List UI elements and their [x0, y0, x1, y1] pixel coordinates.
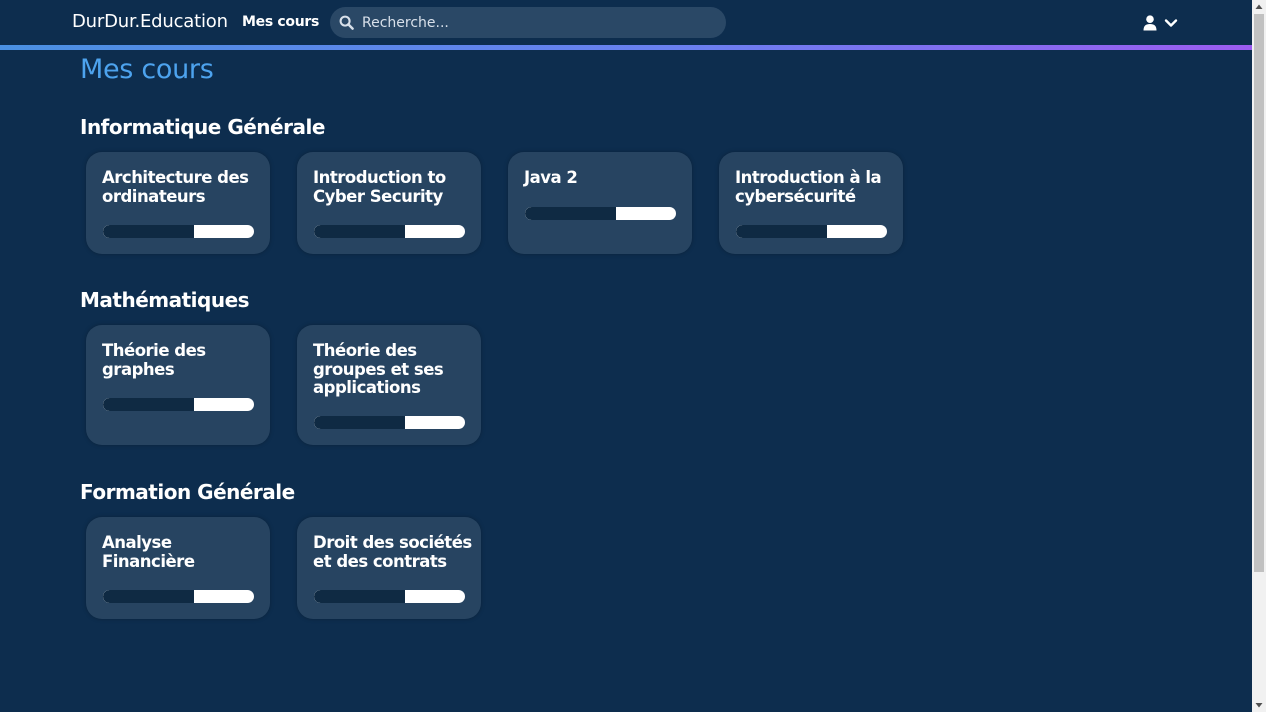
progress-bar [103, 225, 254, 238]
course-title: Introduction à la cybersécurité [735, 168, 882, 206]
course-title: Introduction to Cyber Security [313, 168, 446, 206]
progress-fill [103, 398, 194, 411]
course-title: Java 2 [524, 168, 578, 187]
progress-bar [103, 398, 254, 411]
navbar: DurDur.Education Mes cours [0, 0, 1252, 45]
progress-fill [525, 207, 616, 220]
header-gradient-divider [0, 45, 1252, 50]
search-icon [339, 15, 354, 30]
nav-link-mes-cours[interactable]: Mes cours [242, 14, 319, 30]
progress-bar [525, 207, 676, 220]
search-input[interactable] [362, 7, 712, 38]
section-title-mathematiques: Mathématiques [80, 288, 250, 312]
course-card[interactable]: Introduction à la cybersécurité [719, 152, 903, 254]
brand-logo[interactable]: DurDur.Education [72, 11, 228, 32]
course-title: Théorie des graphes [102, 341, 206, 379]
course-card[interactable]: Théorie des groupes et ses applications [297, 325, 481, 445]
progress-fill [103, 225, 194, 238]
progress-fill [314, 590, 405, 603]
course-card[interactable]: Architecture des ordinateurs [86, 152, 270, 254]
progress-bar [314, 225, 465, 238]
course-title: Théorie des groupes et ses applications [313, 341, 444, 397]
progress-bar [314, 416, 465, 429]
scrollbar-thumb[interactable] [1254, 14, 1264, 572]
course-card[interactable]: Introduction to Cyber Security [297, 152, 481, 254]
progress-bar [103, 590, 254, 603]
search-bar [330, 7, 726, 38]
section-title-formation-generale: Formation Générale [80, 480, 295, 504]
section-title-informatique: Informatique Générale [80, 115, 325, 139]
course-title: Droit des sociétés et des contrats [313, 533, 472, 571]
progress-bar [314, 590, 465, 603]
user-menu-button[interactable] [1143, 13, 1183, 33]
course-card[interactable]: Théorie des graphes [86, 325, 270, 445]
scroll-down-icon[interactable] [1255, 701, 1263, 709]
course-title: Analyse Financière [102, 533, 195, 571]
course-card[interactable]: Java 2 [508, 152, 692, 254]
page-title: Mes cours [80, 54, 214, 85]
user-icon [1143, 15, 1157, 31]
chevron-down-icon [1164, 19, 1178, 27]
progress-fill [736, 225, 827, 238]
page-scrollbar[interactable] [1252, 0, 1266, 712]
course-title: Architecture des ordinateurs [102, 168, 249, 206]
course-card[interactable]: Droit des sociétés et des contrats [297, 517, 481, 619]
scroll-up-icon[interactable] [1255, 3, 1263, 11]
progress-fill [103, 590, 194, 603]
progress-fill [314, 225, 405, 238]
course-card[interactable]: Analyse Financière [86, 517, 270, 619]
progress-fill [314, 416, 405, 429]
progress-bar [736, 225, 887, 238]
